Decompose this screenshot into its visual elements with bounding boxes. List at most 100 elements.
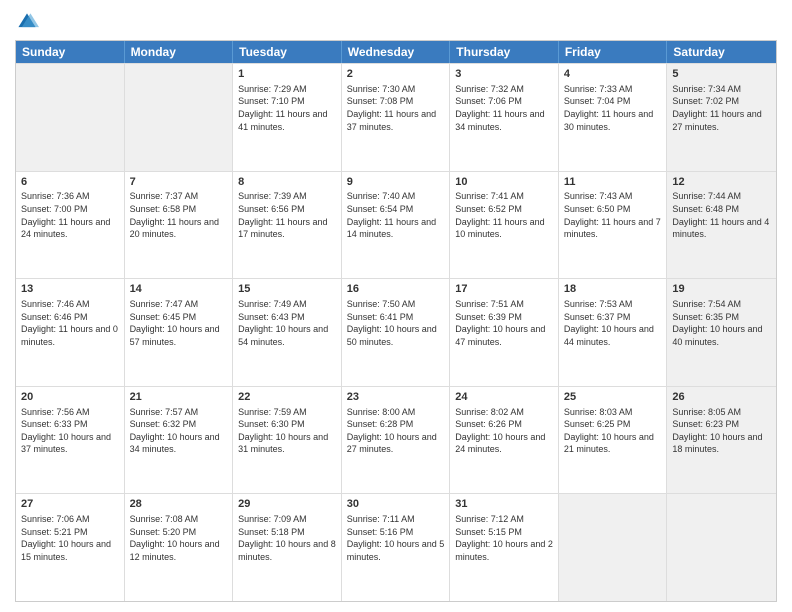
day-number: 11 bbox=[564, 175, 662, 190]
day-info: Sunrise: 8:03 AM Sunset: 6:25 PM Dayligh… bbox=[564, 406, 662, 456]
weekday-header-sunday: Sunday bbox=[16, 41, 125, 63]
calendar-cell: 14Sunrise: 7:47 AM Sunset: 6:45 PM Dayli… bbox=[125, 279, 234, 386]
calendar-row-3: 13Sunrise: 7:46 AM Sunset: 6:46 PM Dayli… bbox=[16, 278, 776, 386]
weekday-header-monday: Monday bbox=[125, 41, 234, 63]
day-number: 4 bbox=[564, 67, 662, 82]
day-number: 9 bbox=[347, 175, 445, 190]
day-number: 1 bbox=[238, 67, 336, 82]
day-info: Sunrise: 7:34 AM Sunset: 7:02 PM Dayligh… bbox=[672, 83, 771, 133]
calendar-cell: 9Sunrise: 7:40 AM Sunset: 6:54 PM Daylig… bbox=[342, 172, 451, 279]
calendar-cell: 4Sunrise: 7:33 AM Sunset: 7:04 PM Daylig… bbox=[559, 64, 668, 171]
day-info: Sunrise: 7:33 AM Sunset: 7:04 PM Dayligh… bbox=[564, 83, 662, 133]
day-info: Sunrise: 7:43 AM Sunset: 6:50 PM Dayligh… bbox=[564, 190, 662, 240]
day-number: 6 bbox=[21, 175, 119, 190]
day-number: 13 bbox=[21, 282, 119, 297]
day-number: 25 bbox=[564, 390, 662, 405]
day-info: Sunrise: 7:06 AM Sunset: 5:21 PM Dayligh… bbox=[21, 513, 119, 563]
calendar-cell bbox=[16, 64, 125, 171]
day-info: Sunrise: 7:51 AM Sunset: 6:39 PM Dayligh… bbox=[455, 298, 553, 348]
calendar-cell: 19Sunrise: 7:54 AM Sunset: 6:35 PM Dayli… bbox=[667, 279, 776, 386]
day-number: 7 bbox=[130, 175, 228, 190]
day-number: 8 bbox=[238, 175, 336, 190]
calendar-cell: 23Sunrise: 8:00 AM Sunset: 6:28 PM Dayli… bbox=[342, 387, 451, 494]
day-number: 17 bbox=[455, 282, 553, 297]
calendar-cell: 10Sunrise: 7:41 AM Sunset: 6:52 PM Dayli… bbox=[450, 172, 559, 279]
calendar: SundayMondayTuesdayWednesdayThursdayFrid… bbox=[15, 40, 777, 602]
calendar-cell: 16Sunrise: 7:50 AM Sunset: 6:41 PM Dayli… bbox=[342, 279, 451, 386]
calendar-cell: 18Sunrise: 7:53 AM Sunset: 6:37 PM Dayli… bbox=[559, 279, 668, 386]
day-number: 22 bbox=[238, 390, 336, 405]
calendar-cell: 7Sunrise: 7:37 AM Sunset: 6:58 PM Daylig… bbox=[125, 172, 234, 279]
calendar-row-5: 27Sunrise: 7:06 AM Sunset: 5:21 PM Dayli… bbox=[16, 493, 776, 601]
day-number: 15 bbox=[238, 282, 336, 297]
calendar-cell: 28Sunrise: 7:08 AM Sunset: 5:20 PM Dayli… bbox=[125, 494, 234, 601]
calendar-row-4: 20Sunrise: 7:56 AM Sunset: 6:33 PM Dayli… bbox=[16, 386, 776, 494]
day-info: Sunrise: 7:49 AM Sunset: 6:43 PM Dayligh… bbox=[238, 298, 336, 348]
calendar-cell: 1Sunrise: 7:29 AM Sunset: 7:10 PM Daylig… bbox=[233, 64, 342, 171]
day-number: 23 bbox=[347, 390, 445, 405]
calendar-cell: 6Sunrise: 7:36 AM Sunset: 7:00 PM Daylig… bbox=[16, 172, 125, 279]
page: SundayMondayTuesdayWednesdayThursdayFrid… bbox=[0, 0, 792, 612]
day-info: Sunrise: 7:37 AM Sunset: 6:58 PM Dayligh… bbox=[130, 190, 228, 240]
day-info: Sunrise: 8:00 AM Sunset: 6:28 PM Dayligh… bbox=[347, 406, 445, 456]
calendar-cell: 31Sunrise: 7:12 AM Sunset: 5:15 PM Dayli… bbox=[450, 494, 559, 601]
calendar-cell: 24Sunrise: 8:02 AM Sunset: 6:26 PM Dayli… bbox=[450, 387, 559, 494]
weekday-header-saturday: Saturday bbox=[667, 41, 776, 63]
calendar-header: SundayMondayTuesdayWednesdayThursdayFrid… bbox=[16, 41, 776, 63]
calendar-cell bbox=[559, 494, 668, 601]
day-number: 27 bbox=[21, 497, 119, 512]
day-number: 18 bbox=[564, 282, 662, 297]
day-info: Sunrise: 7:09 AM Sunset: 5:18 PM Dayligh… bbox=[238, 513, 336, 563]
day-info: Sunrise: 7:08 AM Sunset: 5:20 PM Dayligh… bbox=[130, 513, 228, 563]
day-info: Sunrise: 7:54 AM Sunset: 6:35 PM Dayligh… bbox=[672, 298, 771, 348]
calendar-cell: 25Sunrise: 8:03 AM Sunset: 6:25 PM Dayli… bbox=[559, 387, 668, 494]
calendar-row-2: 6Sunrise: 7:36 AM Sunset: 7:00 PM Daylig… bbox=[16, 171, 776, 279]
calendar-cell: 11Sunrise: 7:43 AM Sunset: 6:50 PM Dayli… bbox=[559, 172, 668, 279]
calendar-cell bbox=[125, 64, 234, 171]
calendar-cell: 29Sunrise: 7:09 AM Sunset: 5:18 PM Dayli… bbox=[233, 494, 342, 601]
day-info: Sunrise: 8:02 AM Sunset: 6:26 PM Dayligh… bbox=[455, 406, 553, 456]
calendar-cell: 13Sunrise: 7:46 AM Sunset: 6:46 PM Dayli… bbox=[16, 279, 125, 386]
day-number: 3 bbox=[455, 67, 553, 82]
day-info: Sunrise: 7:40 AM Sunset: 6:54 PM Dayligh… bbox=[347, 190, 445, 240]
day-info: Sunrise: 7:11 AM Sunset: 5:16 PM Dayligh… bbox=[347, 513, 445, 563]
day-info: Sunrise: 7:29 AM Sunset: 7:10 PM Dayligh… bbox=[238, 83, 336, 133]
calendar-row-1: 1Sunrise: 7:29 AM Sunset: 7:10 PM Daylig… bbox=[16, 63, 776, 171]
calendar-cell: 2Sunrise: 7:30 AM Sunset: 7:08 PM Daylig… bbox=[342, 64, 451, 171]
day-number: 2 bbox=[347, 67, 445, 82]
day-number: 20 bbox=[21, 390, 119, 405]
day-number: 28 bbox=[130, 497, 228, 512]
day-info: Sunrise: 7:47 AM Sunset: 6:45 PM Dayligh… bbox=[130, 298, 228, 348]
day-number: 31 bbox=[455, 497, 553, 512]
day-info: Sunrise: 7:50 AM Sunset: 6:41 PM Dayligh… bbox=[347, 298, 445, 348]
day-info: Sunrise: 7:30 AM Sunset: 7:08 PM Dayligh… bbox=[347, 83, 445, 133]
day-info: Sunrise: 7:53 AM Sunset: 6:37 PM Dayligh… bbox=[564, 298, 662, 348]
day-number: 10 bbox=[455, 175, 553, 190]
header bbox=[15, 10, 777, 34]
day-info: Sunrise: 7:56 AM Sunset: 6:33 PM Dayligh… bbox=[21, 406, 119, 456]
calendar-cell: 17Sunrise: 7:51 AM Sunset: 6:39 PM Dayli… bbox=[450, 279, 559, 386]
calendar-cell: 3Sunrise: 7:32 AM Sunset: 7:06 PM Daylig… bbox=[450, 64, 559, 171]
day-number: 14 bbox=[130, 282, 228, 297]
day-info: Sunrise: 7:46 AM Sunset: 6:46 PM Dayligh… bbox=[21, 298, 119, 348]
calendar-cell: 8Sunrise: 7:39 AM Sunset: 6:56 PM Daylig… bbox=[233, 172, 342, 279]
day-number: 19 bbox=[672, 282, 771, 297]
calendar-cell bbox=[667, 494, 776, 601]
calendar-body: 1Sunrise: 7:29 AM Sunset: 7:10 PM Daylig… bbox=[16, 63, 776, 601]
calendar-cell: 15Sunrise: 7:49 AM Sunset: 6:43 PM Dayli… bbox=[233, 279, 342, 386]
day-info: Sunrise: 7:32 AM Sunset: 7:06 PM Dayligh… bbox=[455, 83, 553, 133]
logo-icon bbox=[15, 10, 39, 34]
day-info: Sunrise: 7:57 AM Sunset: 6:32 PM Dayligh… bbox=[130, 406, 228, 456]
weekday-header-thursday: Thursday bbox=[450, 41, 559, 63]
calendar-cell: 21Sunrise: 7:57 AM Sunset: 6:32 PM Dayli… bbox=[125, 387, 234, 494]
day-info: Sunrise: 7:59 AM Sunset: 6:30 PM Dayligh… bbox=[238, 406, 336, 456]
calendar-cell: 26Sunrise: 8:05 AM Sunset: 6:23 PM Dayli… bbox=[667, 387, 776, 494]
day-number: 24 bbox=[455, 390, 553, 405]
day-number: 12 bbox=[672, 175, 771, 190]
calendar-cell: 22Sunrise: 7:59 AM Sunset: 6:30 PM Dayli… bbox=[233, 387, 342, 494]
day-number: 30 bbox=[347, 497, 445, 512]
day-info: Sunrise: 7:41 AM Sunset: 6:52 PM Dayligh… bbox=[455, 190, 553, 240]
day-number: 5 bbox=[672, 67, 771, 82]
day-number: 21 bbox=[130, 390, 228, 405]
calendar-cell: 20Sunrise: 7:56 AM Sunset: 6:33 PM Dayli… bbox=[16, 387, 125, 494]
